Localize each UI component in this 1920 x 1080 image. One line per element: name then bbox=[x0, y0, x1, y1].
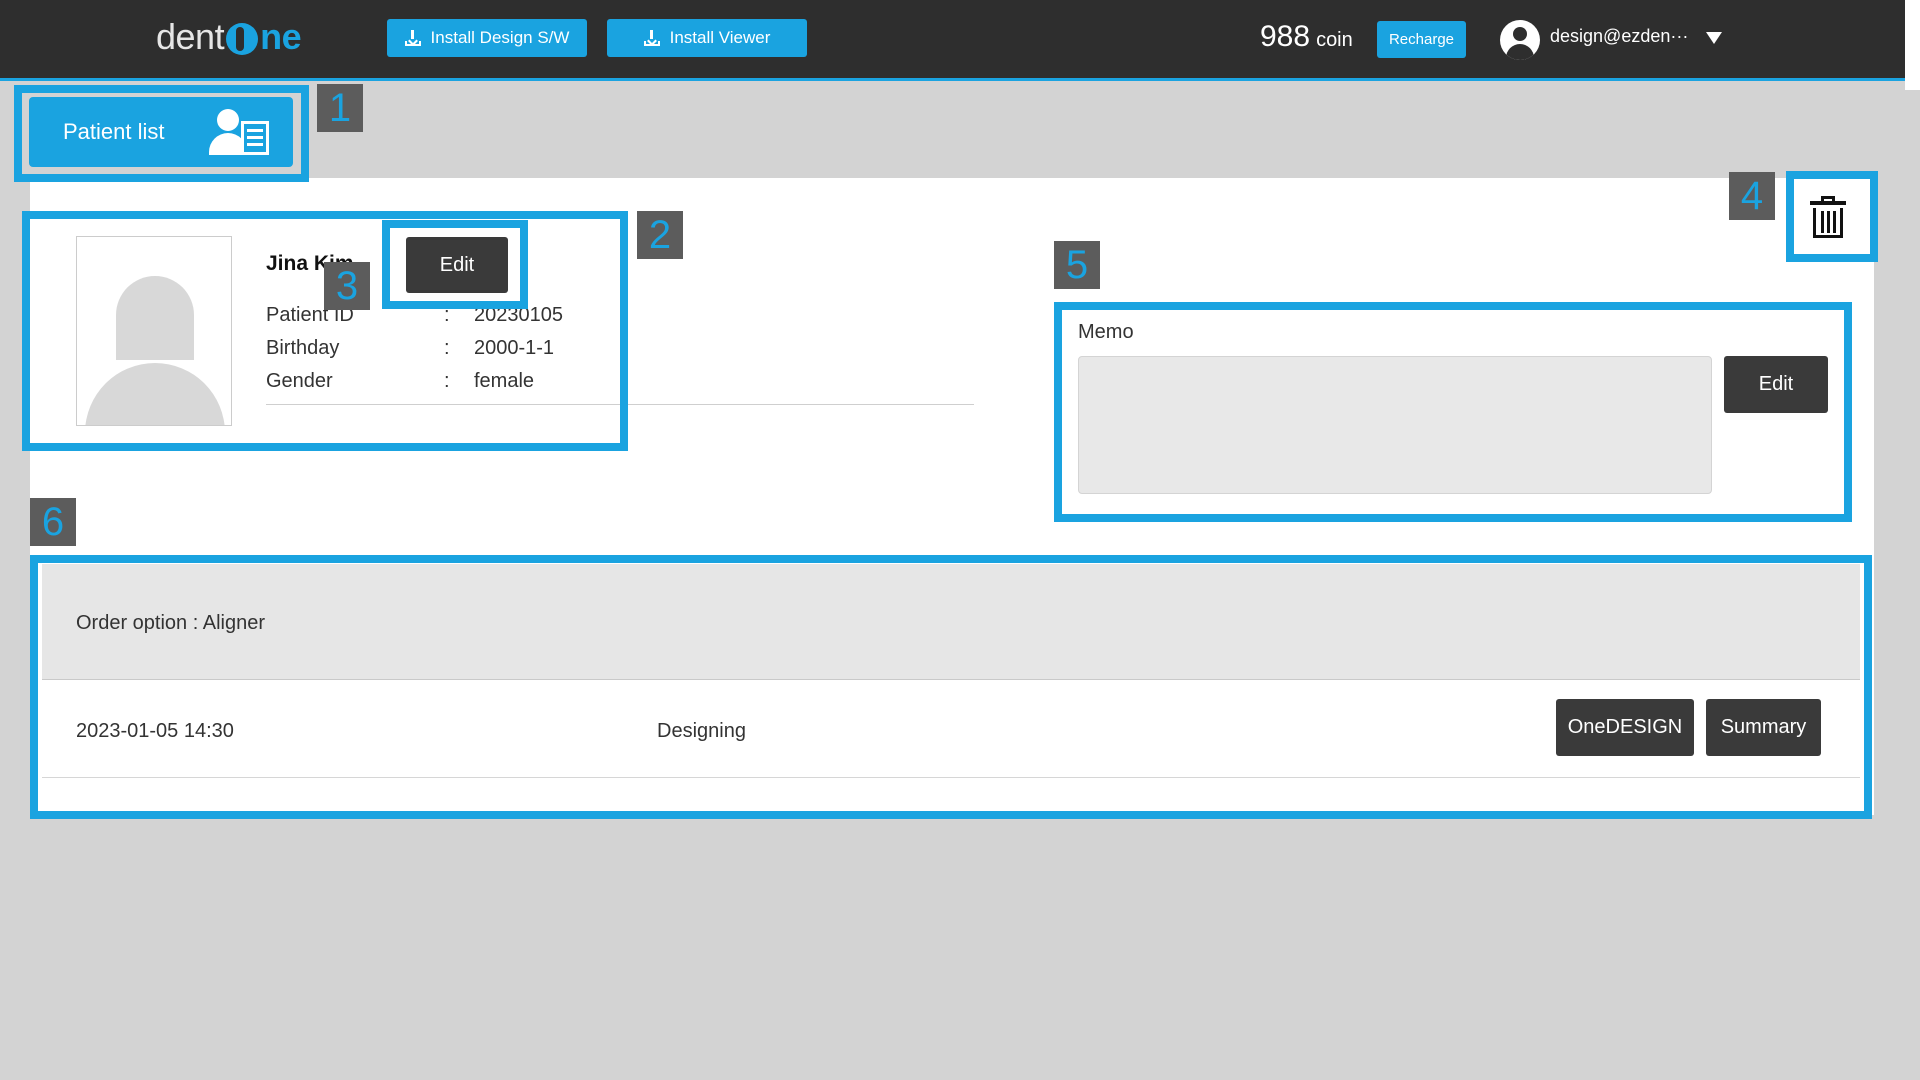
logo-text-right: ne bbox=[260, 16, 302, 57]
patient-photo-placeholder bbox=[76, 236, 232, 426]
patient-list-button[interactable]: Patient list bbox=[29, 97, 293, 167]
caret-down-icon[interactable] bbox=[1706, 32, 1722, 44]
user-avatar-icon[interactable] bbox=[1500, 20, 1540, 60]
scrollbar[interactable] bbox=[1905, 0, 1920, 90]
info-divider bbox=[266, 404, 974, 405]
onedesign-button[interactable]: OneDESIGN bbox=[1556, 699, 1694, 756]
annotation-marker-3: 3 bbox=[324, 262, 370, 310]
install-viewer-label: Install Viewer bbox=[669, 28, 771, 47]
download-icon bbox=[404, 30, 421, 46]
annotation-marker-5: 5 bbox=[1054, 241, 1100, 289]
annotation-marker-1: 1 bbox=[317, 84, 363, 132]
patient-list-label: Patient list bbox=[63, 119, 165, 144]
memo-label: Memo bbox=[1078, 321, 1134, 343]
order-option-header bbox=[42, 564, 1860, 680]
field-label: Birthday bbox=[266, 337, 340, 359]
coin-amount: 988 bbox=[1260, 20, 1311, 53]
memo-field[interactable] bbox=[1078, 356, 1712, 494]
edit-patient-button[interactable]: Edit bbox=[406, 237, 508, 293]
gender-row: Gender : female bbox=[266, 370, 586, 396]
order-status: Designing bbox=[657, 720, 746, 742]
field-separator: : bbox=[444, 337, 450, 359]
header-divider bbox=[0, 78, 1905, 81]
coin-unit: coin bbox=[1316, 29, 1353, 51]
field-separator: : bbox=[444, 304, 450, 326]
logo-o-icon bbox=[226, 23, 259, 55]
order-date: 2023-01-05 14:30 bbox=[76, 720, 234, 742]
recharge-button[interactable]: Recharge bbox=[1377, 21, 1466, 58]
user-email[interactable]: design@ezden··· bbox=[1550, 26, 1688, 47]
summary-button[interactable]: Summary bbox=[1706, 699, 1821, 756]
logo-text-left: dent bbox=[156, 16, 225, 57]
patient-id-value: 20230105 bbox=[474, 304, 563, 326]
field-label: Gender bbox=[266, 370, 333, 392]
patient-list-icon bbox=[205, 109, 275, 155]
trash-icon[interactable] bbox=[1810, 196, 1846, 238]
annotation-marker-6: 6 bbox=[30, 498, 76, 546]
install-design-sw-button[interactable]: Install Design S/W bbox=[387, 19, 587, 57]
order-option-title: Order option : Aligner bbox=[76, 612, 265, 634]
birthday-value: 2000-1-1 bbox=[474, 337, 555, 359]
patient-id-row: Patient ID : 20230105 bbox=[266, 304, 586, 330]
coin-balance: 988 coin bbox=[1260, 20, 1353, 54]
edit-memo-button[interactable]: Edit bbox=[1724, 356, 1828, 413]
annotation-marker-2: 2 bbox=[637, 211, 683, 259]
annotation-marker-4: 4 bbox=[1729, 172, 1775, 220]
install-viewer-button[interactable]: Install Viewer bbox=[607, 19, 807, 57]
download-icon bbox=[643, 30, 660, 46]
birthday-row: Birthday : 2000-1-1 bbox=[266, 337, 586, 363]
dentone-logo[interactable]: dent ne bbox=[156, 12, 302, 62]
gender-value: female bbox=[474, 370, 535, 392]
install-design-sw-label: Install Design S/W bbox=[430, 28, 570, 47]
field-separator: : bbox=[444, 370, 450, 392]
